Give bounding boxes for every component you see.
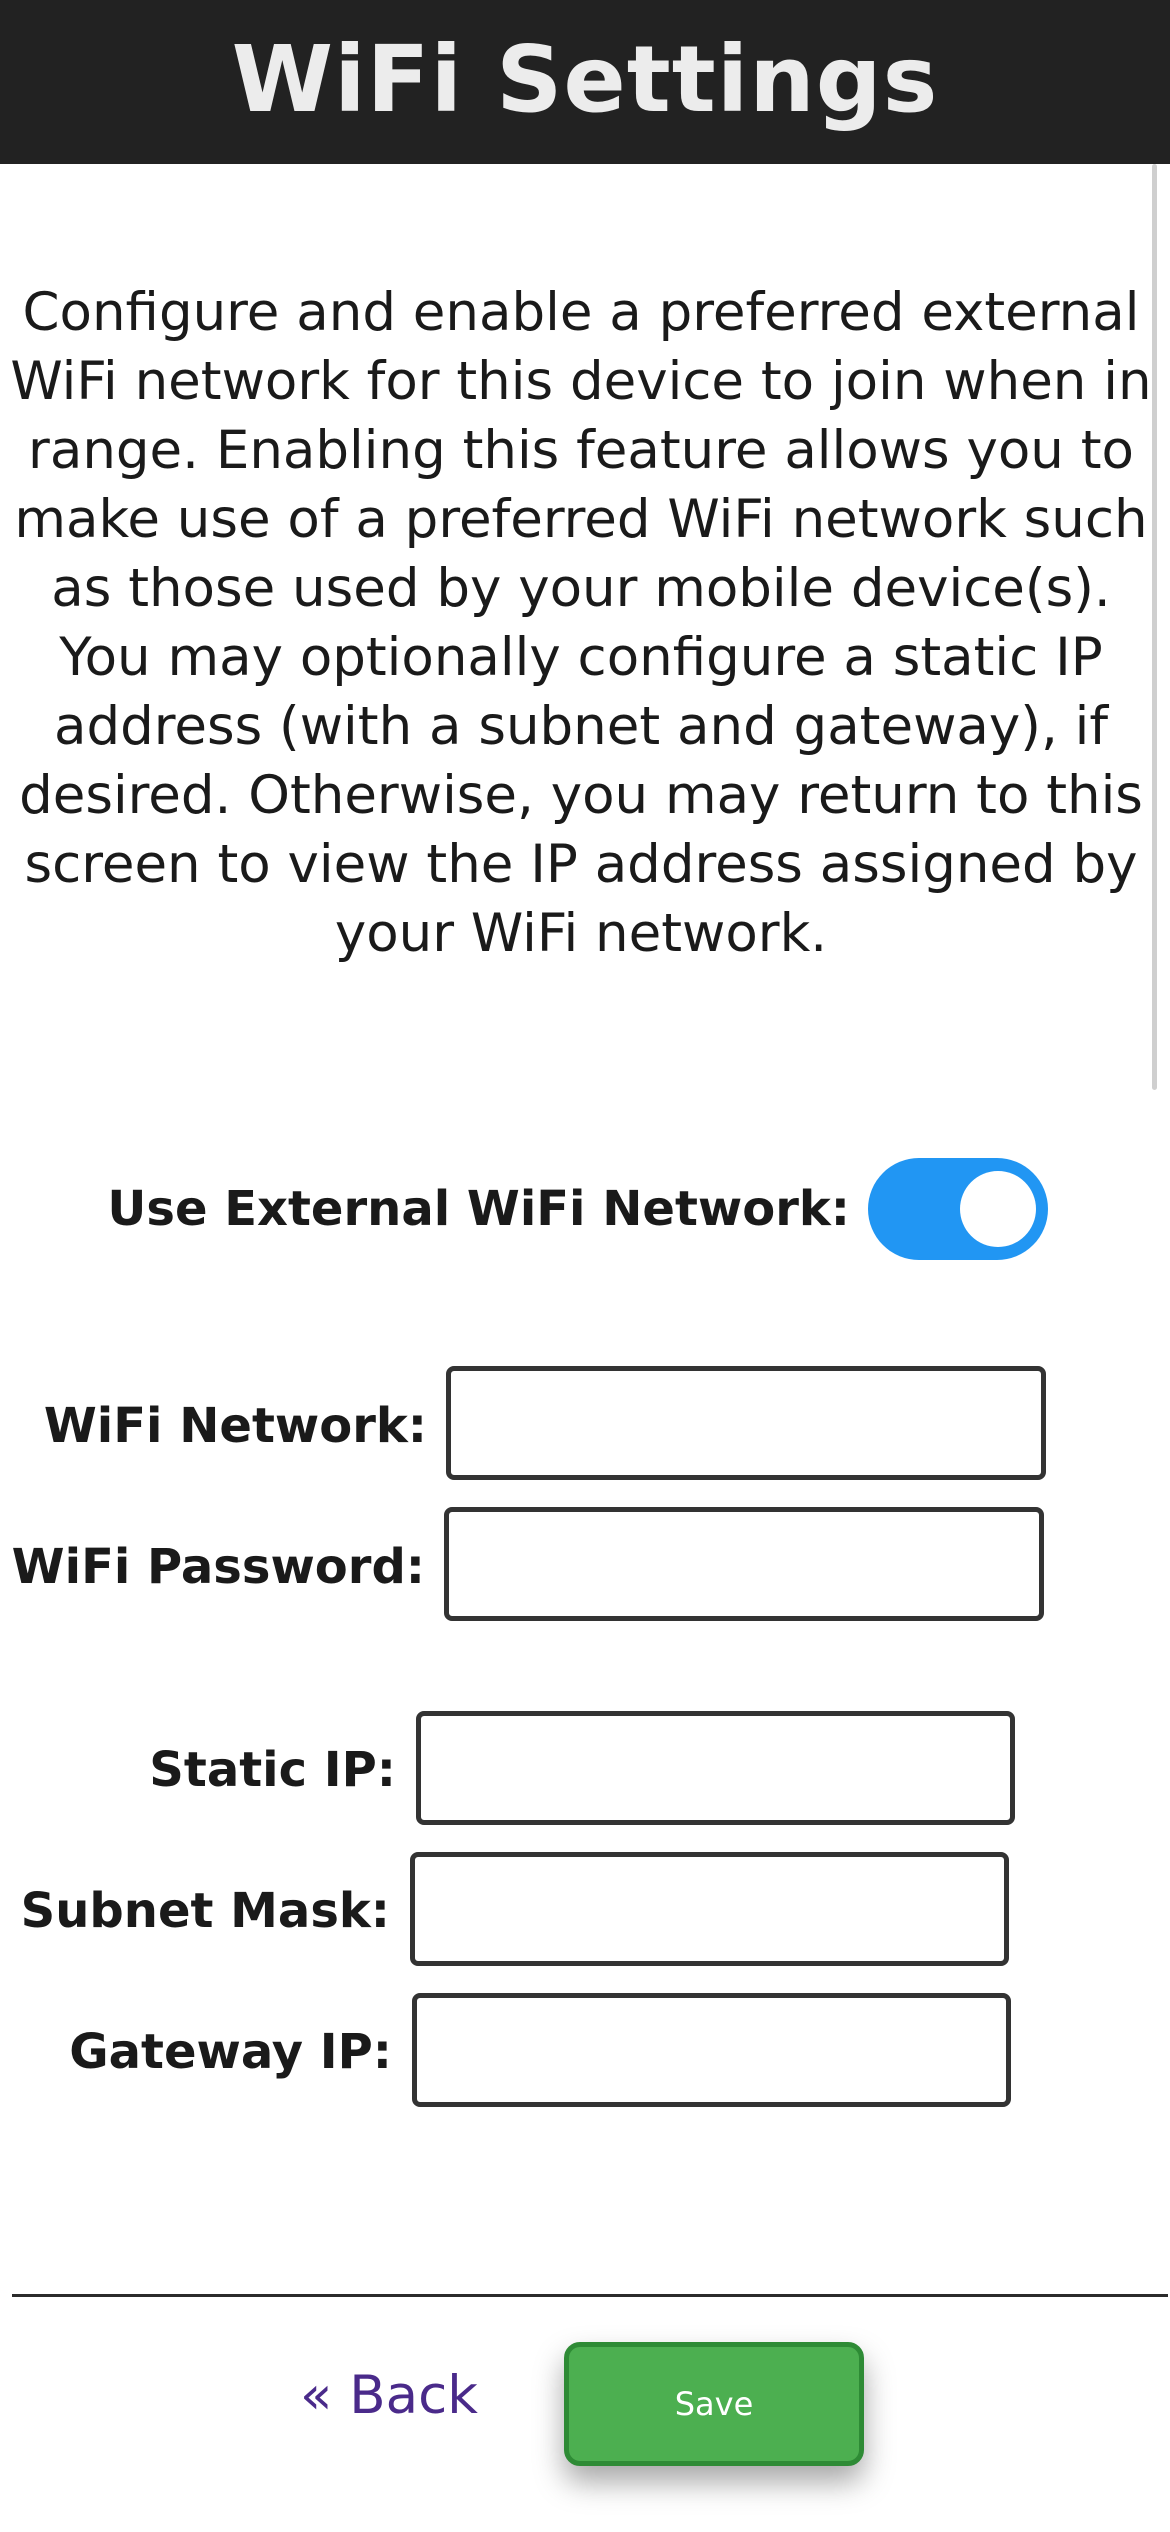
external-wifi-toggle[interactable] xyxy=(868,1158,1048,1260)
header-bar: WiFi Settings xyxy=(0,0,1170,164)
wifi-network-input[interactable] xyxy=(446,1366,1046,1480)
gateway-ip-input[interactable] xyxy=(412,1993,1011,2107)
wifi-password-input[interactable] xyxy=(444,1507,1044,1621)
external-wifi-toggle-label: Use External WiFi Network: xyxy=(107,1181,850,1237)
external-wifi-toggle-row: Use External WiFi Network: xyxy=(0,1154,1170,1264)
save-button[interactable]: Save xyxy=(564,2342,864,2466)
wifi-settings-page: WiFi Settings Configure and enable a pre… xyxy=(0,0,1170,2532)
wifi-network-label: WiFi Network: xyxy=(43,1398,427,1454)
back-link[interactable]: « Back xyxy=(300,2366,478,2426)
footer-divider xyxy=(12,2294,1168,2297)
wifi-password-label: WiFi Password: xyxy=(11,1539,425,1595)
description-text: Configure and enable a preferred externa… xyxy=(10,282,1152,964)
toggle-knob xyxy=(960,1171,1036,1247)
static-ip-input[interactable] xyxy=(416,1711,1015,1825)
gateway-ip-label: Gateway IP: xyxy=(69,2024,392,2080)
subnet-mask-input[interactable] xyxy=(410,1852,1009,1966)
page-title: WiFi Settings xyxy=(231,26,939,133)
subnet-mask-label: Subnet Mask: xyxy=(20,1883,390,1939)
static-ip-label: Static IP: xyxy=(149,1742,396,1798)
